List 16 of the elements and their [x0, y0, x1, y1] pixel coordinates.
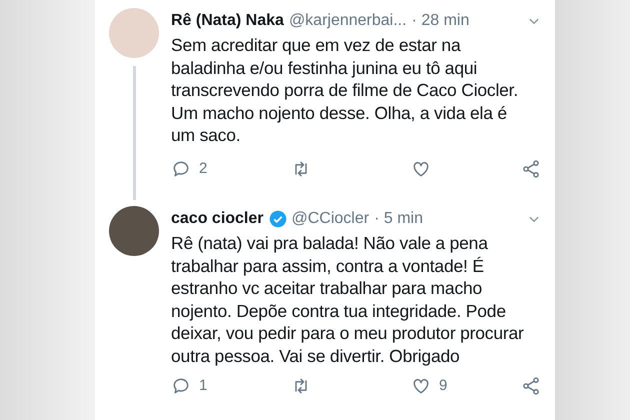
share-icon[interactable] [521, 158, 541, 179]
reply-icon[interactable] [171, 158, 191, 179]
tweet-time: · 5 min [374, 210, 423, 228]
reply-count: 2 [199, 160, 208, 178]
like-count: 9 [439, 377, 448, 394]
reply-count: 1 [199, 377, 208, 394]
share-icon[interactable] [521, 376, 541, 396]
user-handle[interactable]: @karjennerbai... [288, 12, 407, 30]
avatar[interactable] [109, 206, 159, 256]
user-name[interactable]: caco ciocler [171, 210, 264, 228]
reply-icon[interactable] [171, 376, 191, 396]
tweet-text: Sem acreditar que em vez de estar na baladinha e/ou festinha junina eu tô aqui transcrevendo porra de filme de Caco Ciocler. Um macho nojento desse. Olha, a vida ela é um saco. [171, 34, 520, 147]
user-name[interactable]: Rê (Nata) Naka [171, 12, 284, 30]
tweet-text: Rê (nata) vai pra balada! Não vale a pena trabalhar para assim, contra a vontade! É estranho vc aceitar trabalhar para macho nojento. Depõe contra tua integridade. Pode deixar, vou pedir para o meu produtor procurar outra pessoa. Vai se divertir. Obrigado [171, 232, 525, 368]
user-handle[interactable]: @CCiocler [292, 210, 370, 228]
tweet-time: · 28 min [412, 12, 470, 30]
